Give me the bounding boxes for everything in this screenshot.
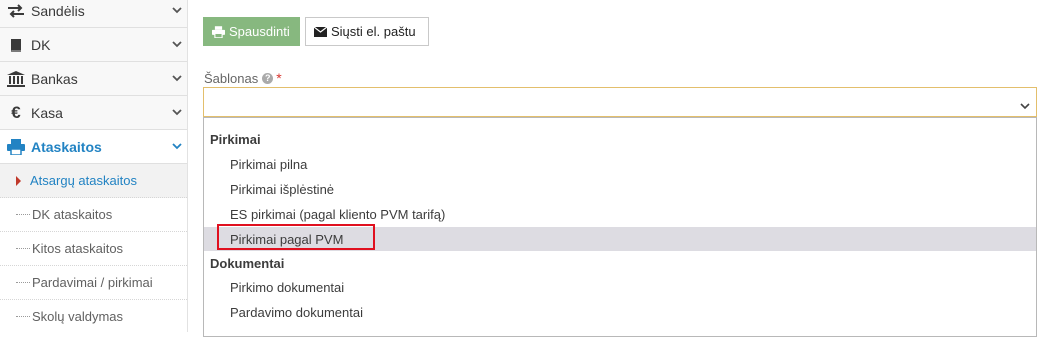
chevron-down-icon (167, 75, 187, 82)
sidebar-subitem-label: Skolų valdymas (32, 309, 124, 324)
highlight-annotation-box (217, 224, 375, 250)
print-icon (5, 138, 27, 155)
exchange-arrows-icon (5, 3, 27, 18)
option-es-pirkimai[interactable]: ES pirkimai (pagal kliento PVM tarifą) (204, 202, 1036, 226)
chevron-down-icon (1020, 97, 1030, 115)
sidebar-subitem-label: DK ataskaitos (32, 207, 113, 222)
euro-icon: € (11, 102, 21, 122)
sidebar-item-label: Kasa (31, 104, 63, 121)
sidebar-item-kasa[interactable]: € Kasa (0, 96, 187, 130)
print-button[interactable]: Spausdinti (203, 17, 300, 46)
send-email-button-label: Siųsti el. paštu (331, 24, 416, 39)
sidebar-item-label: Sandėlis (31, 2, 85, 19)
sidebar-subitem-pardavimai-pirkimai[interactable]: Pardavimai / pirkimai (0, 266, 187, 300)
sidebar-subitem-skolu-valdymas[interactable]: Skolų valdymas (0, 300, 187, 332)
option-pirkimo-dokumentai[interactable]: Pirkimo dokumentai (204, 275, 1036, 299)
sidebar-item-dk[interactable]: DK (0, 28, 187, 62)
chevron-down-icon (167, 41, 187, 48)
optgroup-pirkimai: Pirkimai (210, 131, 261, 147)
bank-icon (5, 70, 27, 87)
required-mark: * (276, 70, 282, 86)
template-select[interactable] (203, 87, 1037, 117)
sidebar-item-label: Ataskaitos (31, 138, 102, 155)
template-field-label: Šablonas ? * (204, 70, 282, 86)
sidebar-item-label: DK (31, 36, 51, 53)
sidebar-subitem-label: Atsargų ataskaitos (30, 173, 137, 188)
sidebar-subitem-kitos-ataskaitos[interactable]: Kitos ataskaitos (0, 232, 187, 266)
sidebar-subitem-label: Kitos ataskaitos (32, 241, 124, 256)
sidebar-item-bankas[interactable]: Bankas (0, 62, 187, 96)
envelope-icon (314, 26, 327, 37)
chevron-down-icon (167, 109, 187, 116)
sidebar-item-ataskaitos[interactable]: Ataskaitos (0, 130, 187, 164)
sidebar-item-label: Bankas (31, 70, 78, 87)
sidebar-subitem-label: Pardavimai / pirkimai (32, 275, 153, 290)
sidebar-subitem-atsargu-ataskaitos[interactable]: Atsargų ataskaitos (0, 164, 187, 198)
option-pardavimo-dokumentai[interactable]: Pardavimo dokumentai (204, 300, 1036, 324)
option-pirkimai-pilna[interactable]: Pirkimai pilna (204, 152, 1036, 176)
chevron-down-icon (167, 143, 187, 150)
sidebar-subitem-dk-ataskaitos[interactable]: DK ataskaitos (0, 198, 187, 232)
print-icon (212, 25, 225, 38)
caret-right-icon (16, 176, 21, 186)
optgroup-dokumentai: Dokumentai (210, 255, 285, 271)
print-button-label: Spausdinti (229, 24, 290, 39)
option-pirkimai-isplestine[interactable]: Pirkimai išplėstinė (204, 177, 1036, 201)
sidebar-item-sandelis[interactable]: Sandėlis (0, 0, 187, 28)
sidebar: Sandėlis DK Bankas € Kasa Ataskaitos Ats… (0, 0, 188, 332)
book-icon (5, 37, 27, 53)
send-email-button[interactable]: Siųsti el. paštu (305, 17, 429, 46)
chevron-down-icon (167, 7, 187, 14)
help-icon[interactable]: ? (262, 72, 274, 84)
